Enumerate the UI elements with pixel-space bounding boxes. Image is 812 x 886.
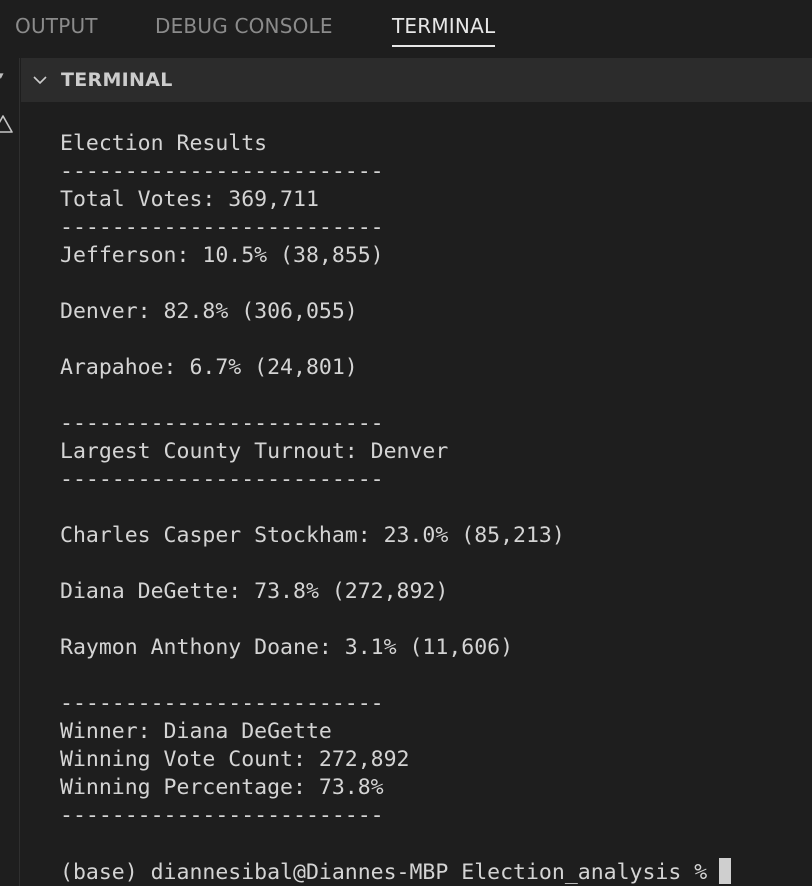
section-title: TERMINAL bbox=[61, 69, 173, 91]
terminal-line: Charles Casper Stockham: 23.0% (85,213) bbox=[60, 523, 565, 548]
terminal-line: ------------------------- bbox=[60, 411, 384, 436]
terminal-line: Jefferson: 10.5% (38,855) bbox=[60, 243, 384, 268]
chevron-down-icon[interactable] bbox=[32, 72, 48, 88]
panel-tab-bar: OUTPUT DEBUG CONSOLE TERMINAL bbox=[0, 0, 812, 58]
warning-icon[interactable] bbox=[0, 114, 13, 134]
terminal-line: ------------------------- bbox=[60, 803, 384, 828]
terminal-line: Winning Percentage: 73.8% bbox=[60, 775, 384, 800]
terminal-section-header[interactable]: TERMINAL bbox=[21, 58, 812, 102]
terminal-line: Election Results bbox=[60, 131, 268, 156]
terminal-line: Winner: Diana DeGette bbox=[60, 719, 332, 744]
terminal-line: ------------------------- bbox=[60, 691, 384, 716]
terminal-line: Arapahoe: 6.7% (24,801) bbox=[60, 355, 358, 380]
tab-output[interactable]: OUTPUT bbox=[15, 14, 98, 48]
terminal-cursor bbox=[719, 858, 732, 884]
terminal-line: ------------------------- bbox=[60, 467, 384, 492]
vscode-panel: OUTPUT DEBUG CONSOLE TERMINAL ▾ TERMINAL… bbox=[0, 0, 812, 886]
terminal-line: Raymon Anthony Doane: 3.1% (11,606) bbox=[60, 635, 514, 660]
tab-terminal[interactable]: TERMINAL bbox=[392, 14, 496, 48]
terminal-line: Largest County Turnout: Denver bbox=[60, 439, 449, 464]
terminal-line: Diana DeGette: 73.8% (272,892) bbox=[60, 579, 449, 604]
terminal-line: Winning Vote Count: 272,892 bbox=[60, 747, 410, 772]
terminal-line: Total Votes: 369,711 bbox=[60, 187, 319, 212]
left-gutter: ▾ bbox=[0, 58, 20, 886]
terminal-prompt-line[interactable]: (base) diannesibal@Diannes-MBP Election_… bbox=[60, 858, 732, 886]
terminal-line: Denver: 82.8% (306,055) bbox=[60, 299, 358, 324]
terminal-line: ------------------------- bbox=[60, 159, 384, 184]
terminal-output[interactable]: Election Results ------------------------… bbox=[60, 130, 800, 830]
tab-debug-console[interactable]: DEBUG CONSOLE bbox=[155, 14, 333, 48]
caret-down-icon[interactable]: ▾ bbox=[0, 70, 4, 81]
terminal-line: ------------------------- bbox=[60, 215, 384, 240]
shell-prompt: (base) diannesibal@Diannes-MBP Election_… bbox=[60, 860, 708, 885]
